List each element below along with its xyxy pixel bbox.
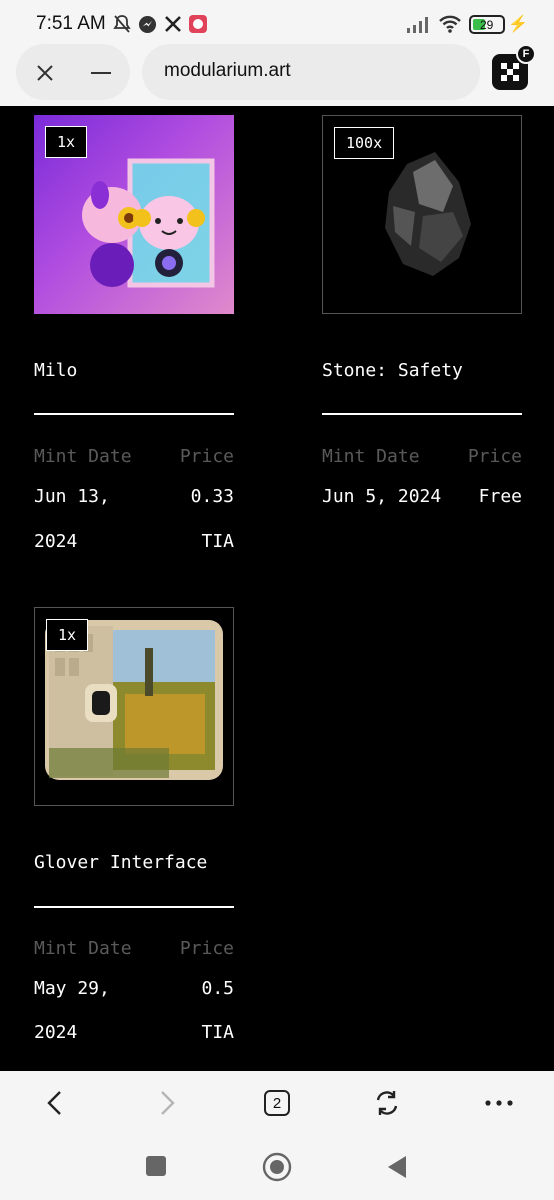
nft-gallery: 1x Milo Mint Date Price Jun 13, 2024 0.3… bbox=[0, 106, 554, 1071]
price-value: Free bbox=[478, 486, 522, 507]
charging-icon: ⚡ bbox=[508, 16, 528, 33]
price-label: Price bbox=[179, 938, 234, 959]
quantity-badge: 100x bbox=[334, 127, 395, 159]
mint-date-label: Mint Date bbox=[34, 446, 132, 467]
app-icon bbox=[188, 14, 208, 34]
minimize-button[interactable] bbox=[86, 58, 116, 88]
forward-button[interactable] bbox=[150, 1086, 184, 1120]
nft-title[interactable]: Glover Interface bbox=[34, 852, 207, 873]
nft-thumbnail[interactable]: 1x bbox=[34, 607, 234, 806]
recents-button[interactable] bbox=[146, 1156, 166, 1176]
system-back-button[interactable] bbox=[386, 1154, 410, 1180]
signal-icon bbox=[406, 16, 432, 34]
mint-date-value: May 29, bbox=[34, 978, 110, 999]
nft-title[interactable]: Stone: Safety bbox=[322, 360, 463, 381]
battery-level: 29 bbox=[480, 17, 494, 32]
wifi-icon bbox=[438, 14, 462, 34]
quantity-badge: 1x bbox=[46, 619, 89, 651]
nft-thumbnail[interactable]: 1x bbox=[34, 115, 234, 314]
quantity-badge: 1x bbox=[45, 126, 88, 158]
mint-date-label: Mint Date bbox=[322, 446, 420, 467]
mint-date-value: Jun 13, bbox=[34, 486, 110, 507]
messenger-icon bbox=[137, 14, 157, 34]
tabs-button[interactable]: 2 bbox=[260, 1086, 294, 1120]
mint-date-year: 2024 bbox=[34, 1022, 78, 1043]
nft-thumbnail[interactable]: 100x bbox=[322, 115, 522, 314]
divider bbox=[34, 413, 234, 415]
back-button[interactable] bbox=[38, 1086, 72, 1120]
divider bbox=[34, 906, 234, 908]
divider bbox=[322, 413, 522, 415]
reload-button[interactable] bbox=[370, 1086, 404, 1120]
status-time: 7:51 AM bbox=[36, 13, 106, 34]
extension-badge: F bbox=[516, 44, 536, 64]
price-value: 0.33 bbox=[190, 486, 234, 507]
home-button[interactable] bbox=[262, 1152, 292, 1182]
close-tab-button[interactable] bbox=[30, 58, 60, 88]
tab-count: 2 bbox=[264, 1090, 290, 1116]
price-currency: TIA bbox=[201, 1022, 234, 1043]
price-label: Price bbox=[467, 446, 522, 467]
more-menu-button[interactable] bbox=[482, 1086, 516, 1120]
price-value: 0.5 bbox=[201, 978, 234, 999]
battery-icon: 29 bbox=[469, 15, 505, 34]
price-label: Price bbox=[179, 446, 234, 467]
url-text[interactable]: modularium.art bbox=[164, 60, 291, 82]
mute-icon bbox=[113, 14, 131, 34]
mint-date-value: Jun 5, 2024 bbox=[322, 486, 442, 507]
mint-date-label: Mint Date bbox=[34, 938, 132, 959]
x-icon bbox=[163, 14, 183, 34]
mint-date-year: 2024 bbox=[34, 531, 78, 552]
price-currency: TIA bbox=[201, 531, 234, 552]
nft-title[interactable]: Milo bbox=[34, 360, 77, 381]
